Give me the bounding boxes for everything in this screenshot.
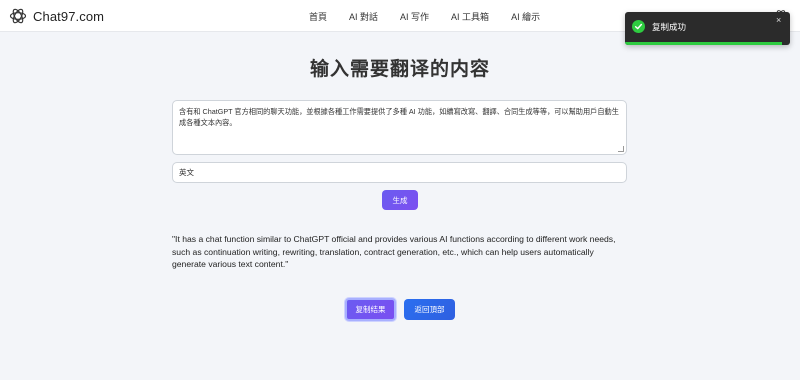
copy-result-button[interactable]: 复制结果 xyxy=(345,298,396,321)
target-language-input[interactable] xyxy=(172,162,627,183)
toast-notification: 复制成功 × xyxy=(625,12,790,45)
generate-button[interactable]: 生成 xyxy=(382,190,418,210)
back-to-top-button[interactable]: 返回頂部 xyxy=(404,299,455,320)
success-check-icon xyxy=(632,20,645,33)
nav-item-ai-drawing[interactable]: AI 繪示 xyxy=(511,10,540,23)
nav-links: 首頁 AI 對話 AI 写作 AI 工具箱 AI 繪示 xyxy=(309,10,562,23)
toast-message: 复制成功 xyxy=(652,22,687,32)
nav-item-ai-toolbox[interactable]: AI 工具箱 xyxy=(451,10,489,23)
nav-item-home[interactable]: 首頁 xyxy=(309,10,327,23)
resize-grip-icon[interactable] xyxy=(618,146,624,152)
brand[interactable]: Chat97.com xyxy=(8,6,104,26)
source-text-area[interactable]: 含有和 ChatGPT 官方相同的聊天功能，並根據各種工作需要提供了多種 AI … xyxy=(172,100,627,155)
brand-name: Chat97.com xyxy=(33,8,105,24)
nav-item-ai-chat[interactable]: AI 對話 xyxy=(349,10,378,23)
page-title: 输入需要翻译的内容 xyxy=(309,59,490,80)
source-text: 含有和 ChatGPT 官方相同的聊天功能，並根據各種工作需要提供了多種 AI … xyxy=(179,107,619,127)
close-icon[interactable]: × xyxy=(776,15,781,25)
result-text: "It has a chat function similar to ChatG… xyxy=(172,234,616,269)
nav-item-ai-writing[interactable]: AI 写作 xyxy=(400,10,429,23)
logo-icon xyxy=(9,8,27,24)
toast-progress-bar xyxy=(625,42,782,45)
